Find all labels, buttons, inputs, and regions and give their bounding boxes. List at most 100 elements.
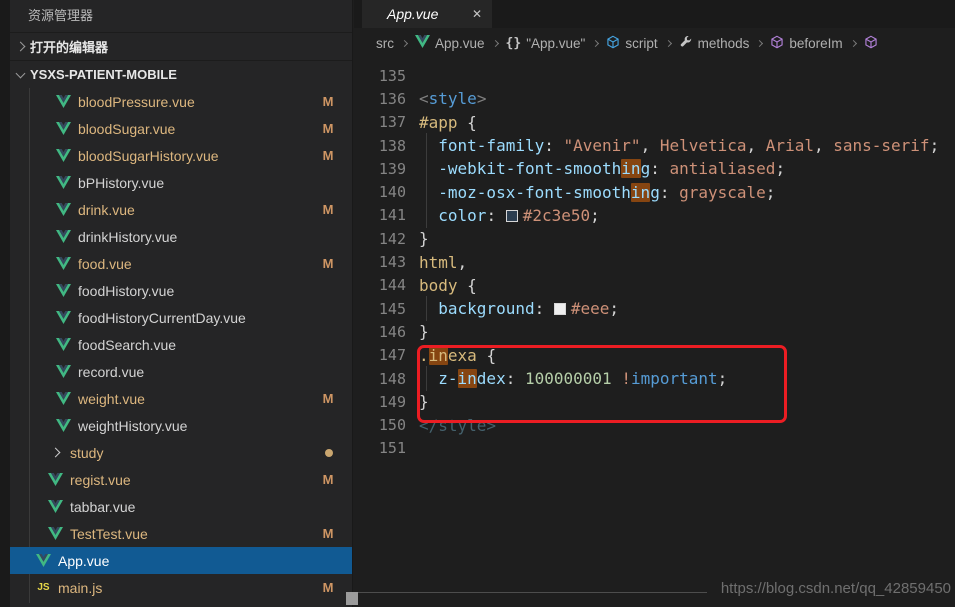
code-line[interactable]: 148 z-index: 100000001 !important; [354, 367, 955, 390]
code-token: < [419, 89, 429, 108]
color-swatch[interactable] [554, 303, 566, 315]
code-token: sans-serif [833, 136, 929, 155]
breadcrumb-label: beforeIm [789, 36, 842, 51]
code-line[interactable]: 137#app { [354, 111, 955, 134]
breadcrumb-item[interactable]: {}"App.vue" [506, 35, 586, 51]
code-area[interactable]: 135 136 <style> 137#app {138 font-family: "… [354, 58, 955, 460]
file-row[interactable]: weight.vueM [10, 385, 352, 412]
file-row[interactable]: bloodSugar.vueM [10, 115, 352, 142]
file-row[interactable]: bloodSugarHistory.vueM [10, 142, 352, 169]
code-line[interactable]: 138 font-family: "Avenir", Helvetica, Ar… [354, 134, 955, 157]
code-text: body { [419, 276, 477, 295]
code-token: Arial [766, 136, 814, 155]
code-line[interactable]: 144body { [354, 274, 955, 297]
code-line[interactable]: 146} [354, 320, 955, 343]
modified-dot-badge [325, 449, 333, 457]
code-line[interactable]: 149} [354, 390, 955, 413]
file-row[interactable]: drink.vue M [10, 196, 352, 223]
file-row[interactable]: bloodPressure.vueM [10, 88, 352, 115]
file-row[interactable]: tabbar.vue [10, 493, 352, 520]
activity-bar-strip [0, 0, 10, 607]
code-token: : [660, 183, 679, 202]
code-line[interactable]: 135 [354, 64, 955, 87]
file-row[interactable]: study [10, 439, 352, 466]
code-token: } [419, 229, 429, 248]
modified-badge: M [320, 202, 336, 217]
code-line[interactable]: 139 -webkit-font-smoothing: antialiased; [354, 157, 955, 180]
file-row[interactable]: drinkHistory.vue [10, 223, 352, 250]
tab-app-vue[interactable]: App.vue ✕ [362, 0, 492, 28]
file-row[interactable]: foodHistoryCurrentDay.vue [10, 304, 352, 331]
file-row[interactable]: App.vue [10, 547, 352, 574]
explorer-title: 资源管理器 [10, 0, 352, 32]
file-row[interactable]: food.vueM [10, 250, 352, 277]
file-name: tabbar.vue [70, 499, 135, 515]
file-row[interactable]: regist.vueM [10, 466, 352, 493]
indent-guide [426, 156, 427, 181]
file-row[interactable]: JSmain.jsM [10, 574, 352, 601]
modified-badge: M [320, 148, 336, 163]
wrench-icon [679, 35, 693, 52]
file-name: TestTest.vue [70, 526, 148, 542]
code-token: . [419, 346, 429, 365]
section-open-editors[interactable]: 打开的编辑器 [10, 32, 352, 60]
file-name: bloodSugar.vue [78, 121, 175, 137]
code-text: <style> [419, 89, 486, 108]
line-number: 141 [354, 206, 406, 224]
code-line[interactable]: 142} [354, 227, 955, 250]
code-line[interactable]: 143html, [354, 250, 955, 273]
file-row[interactable]: foodSearch.vue [10, 331, 352, 358]
file-row[interactable]: weightHistory.vue [10, 412, 352, 439]
breadcrumb-label: methods [698, 36, 750, 51]
file-name: drink.vue [78, 202, 135, 218]
breadcrumb-item[interactable]: script [606, 35, 657, 52]
indent-guide [426, 133, 427, 158]
vue-icon [36, 554, 51, 568]
code-text: html, [419, 253, 467, 272]
js-icon: JS [36, 581, 51, 595]
code-text: font-family: "Avenir", Helvetica, Arial,… [419, 136, 939, 155]
search-match-highlight: in [429, 346, 448, 365]
code-token: ; [930, 136, 940, 155]
line-number: 150 [354, 416, 406, 434]
breadcrumb-item[interactable]: src [376, 36, 394, 51]
file-row[interactable]: TestTest.vueM [10, 520, 352, 547]
file-row[interactable]: foodHistory.vue [10, 277, 352, 304]
code-line[interactable]: 140 -moz-osx-font-smoothing: grayscale; [354, 180, 955, 203]
file-row[interactable]: record.vue [10, 358, 352, 385]
code-token: 100000001 [525, 369, 612, 388]
color-swatch[interactable] [506, 210, 518, 222]
code-line[interactable]: 150</style> [354, 413, 955, 436]
scrollbar-thumb[interactable] [346, 592, 358, 605]
line-number: 136 [354, 90, 406, 108]
vue-icon [56, 230, 71, 244]
code-token: ; [775, 159, 785, 178]
breadcrumb-item[interactable]: App.vue [415, 35, 485, 51]
breadcrumb-item[interactable]: methods [679, 35, 750, 52]
code-token: : [650, 159, 669, 178]
line-number: 137 [354, 113, 406, 131]
section-label: YSXS-PATIENT-MOBILE [30, 67, 177, 82]
close-icon[interactable]: ✕ [472, 7, 482, 21]
breadcrumb-item[interactable]: beforeIm [770, 35, 842, 52]
code-line[interactable]: 136 <style> [354, 87, 955, 110]
file-name: study [70, 445, 103, 461]
code-line[interactable]: 147.inexa { [354, 344, 955, 367]
file-row[interactable]: bPHistory.vue [10, 169, 352, 196]
code-line[interactable]: 145 background: #eee; [354, 297, 955, 320]
section-project-root[interactable]: YSXS-PATIENT-MOBILE [10, 60, 352, 88]
breadcrumb-label: App.vue [435, 36, 485, 51]
code-token: background [419, 299, 535, 318]
tab-label: App.vue [387, 6, 438, 22]
code-token: z- [419, 369, 458, 388]
code-line[interactable]: 151 [354, 437, 955, 460]
code-token: g [650, 183, 660, 202]
section-label: 打开的编辑器 [30, 37, 108, 56]
code-text: background: #eee; [419, 299, 619, 318]
code-token: ; [609, 299, 619, 318]
vue-icon [48, 473, 63, 487]
breadcrumb-item[interactable] [864, 35, 878, 52]
file-name: regist.vue [70, 472, 131, 488]
file-name: foodHistoryCurrentDay.vue [78, 310, 246, 326]
code-line[interactable]: 141 color: #2c3e50; [354, 204, 955, 227]
